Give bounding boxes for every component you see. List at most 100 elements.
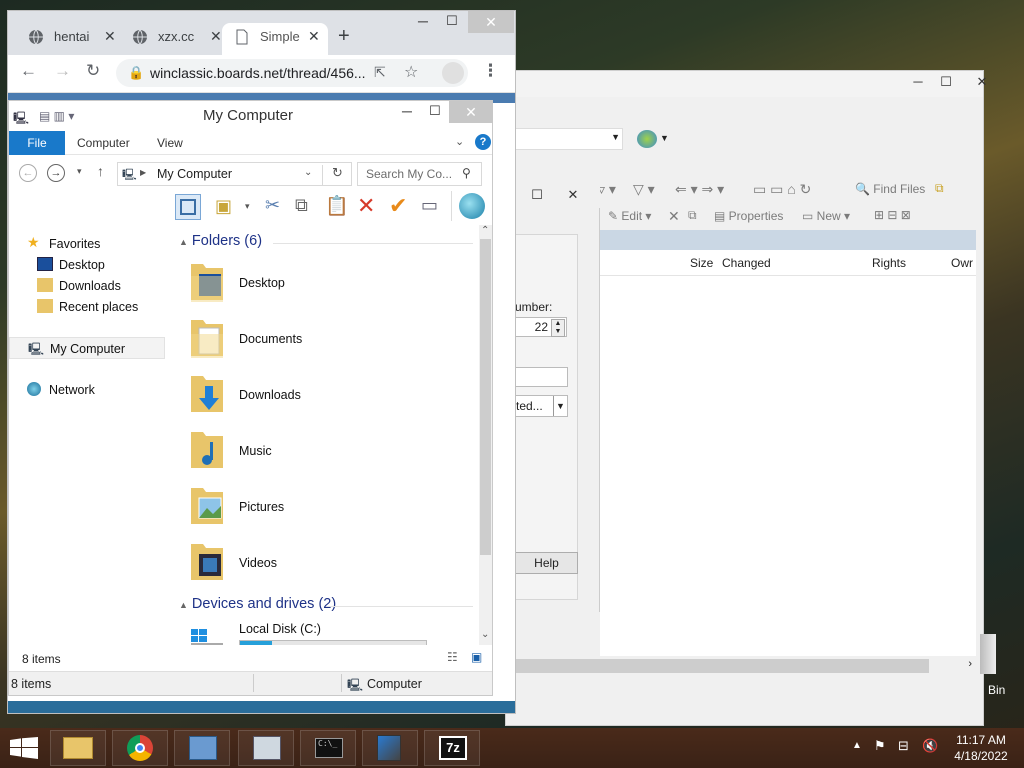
chevron-down-icon[interactable]: ⌄ — [304, 167, 312, 178]
maximize-button[interactable]: ☐ — [429, 103, 441, 119]
tab-view[interactable]: View — [157, 136, 183, 150]
scrollbar-thumb[interactable] — [515, 659, 929, 673]
copy-icon[interactable]: ⧉ — [295, 195, 308, 216]
column-rights[interactable]: Rights — [872, 256, 906, 270]
windows-start-icon[interactable] — [10, 737, 38, 759]
file-tab[interactable]: File — [9, 131, 65, 155]
find-files-button[interactable]: 🔍 Find Files — [855, 182, 925, 196]
forward-arrow-icon[interactable]: → — [47, 164, 65, 182]
taskbar-control-panel[interactable] — [174, 730, 230, 766]
paste-icon[interactable]: 📋 — [325, 194, 349, 218]
chevron-down-icon[interactable]: ▾ — [77, 166, 82, 177]
close-icon[interactable]: ✕ — [210, 28, 222, 45]
nav-my-computer[interactable]: 🖳 My Computer — [9, 337, 165, 359]
chevron-down-icon[interactable]: ⌄ — [455, 135, 464, 148]
preview-pane-icon[interactable] — [175, 194, 201, 220]
large-icons-view-icon[interactable]: ▣ — [471, 650, 482, 664]
tab-xzx[interactable]: xzx.cc ✕ — [120, 23, 224, 55]
option-combo[interactable]: ted... ▼ — [515, 395, 568, 417]
quick-access-icons[interactable]: ▤ ▥ ▾ — [39, 109, 74, 123]
share-icon[interactable]: ⇱ — [374, 64, 386, 81]
devices-group-header[interactable]: ▲ Devices and drives (2) — [179, 596, 473, 612]
properties-button[interactable]: ▤ Properties — [714, 209, 783, 223]
help-button[interactable]: Help — [515, 552, 578, 574]
address-box[interactable]: 🖳 ▶ My Computer ⌄ ↻ — [117, 162, 352, 186]
taskbar-performance-monitor[interactable] — [238, 730, 294, 766]
chevron-right-icon[interactable]: › — [968, 658, 972, 670]
rename-icon[interactable]: ▭ — [421, 195, 438, 216]
help-icon[interactable]: ? — [475, 134, 491, 150]
close-button[interactable]: ✕ — [960, 73, 1004, 91]
nav-desktop[interactable]: Desktop — [9, 254, 165, 276]
menu-kebab-icon[interactable]: ⋮ — [482, 61, 499, 81]
column-changed[interactable]: Changed — [722, 256, 771, 270]
chevron-down-icon[interactable]: ⌄ — [481, 629, 489, 640]
taskbar-winscp[interactable] — [362, 730, 418, 766]
minimize-button[interactable]: ─ — [904, 73, 932, 91]
maximize-button[interactable]: ☐ — [523, 186, 551, 204]
chevron-up-icon[interactable]: ▲ — [852, 740, 862, 751]
star-icon[interactable]: ☆ — [404, 62, 418, 82]
hostname-input-fragment[interactable] — [515, 367, 568, 387]
folder-nav-icons[interactable]: ▭ ▭ ⌂ ↻ — [753, 181, 811, 198]
breadcrumb-separator-icon[interactable]: ▶ — [140, 168, 146, 177]
column-owner[interactable]: Owr — [951, 256, 973, 270]
vertical-scrollbar[interactable]: ⌃ ⌄ — [479, 225, 492, 645]
back-arrow-icon[interactable]: ⇐ ▾ ⇒ ▾ — [675, 181, 724, 198]
back-arrow-icon[interactable]: ← — [19, 164, 37, 182]
chevron-down-icon[interactable]: ▼ — [660, 133, 669, 143]
tab-computer[interactable]: Computer — [77, 136, 130, 150]
recycle-bin-icon[interactable] — [980, 634, 996, 674]
close-button[interactable]: ✕ — [468, 11, 514, 33]
nav-network[interactable]: Network — [9, 379, 165, 401]
tab-hentai[interactable]: hentai ✕ — [16, 23, 120, 55]
profile-avatar[interactable] — [442, 62, 464, 84]
delete-icon[interactable]: ✕ — [357, 193, 375, 219]
check-icon[interactable]: ✔ — [389, 193, 407, 219]
search-input[interactable]: Search My Co... ⚲ — [357, 162, 482, 186]
network-globe-icon[interactable] — [459, 193, 485, 219]
close-button[interactable]: ✕ — [559, 186, 587, 204]
nav-favorites[interactable]: ★ Favorites — [9, 233, 165, 255]
minimize-button[interactable]: ─ — [402, 103, 412, 119]
filter-icon[interactable]: ▿ ▾ — [598, 181, 616, 198]
sync-icon[interactable]: ⧉ — [935, 181, 944, 196]
column-size[interactable]: Size — [690, 256, 713, 270]
taskbar-7zip[interactable]: 7z — [424, 730, 480, 766]
nav-recent-places[interactable]: Recent places — [9, 296, 165, 318]
maximize-button[interactable]: ☐ — [446, 13, 458, 29]
file-list[interactable] — [600, 276, 976, 656]
maximize-button[interactable]: ☐ — [932, 73, 960, 91]
close-icon[interactable]: ✕ — [104, 28, 116, 45]
globe-icon[interactable] — [637, 130, 657, 148]
chevron-up-icon[interactable]: ⌃ — [481, 225, 489, 236]
up-arrow-icon[interactable]: ↑ — [97, 163, 104, 179]
delete-icon[interactable]: ✕ — [668, 208, 680, 225]
new-button[interactable]: ▭ New ▾ — [802, 209, 850, 223]
taskbar-explorer[interactable] — [50, 730, 106, 766]
speaker-muted-icon[interactable]: 🔇 — [922, 738, 938, 754]
reload-icon[interactable]: ↻ — [86, 61, 100, 81]
minimize-button[interactable]: ─ — [418, 13, 428, 29]
nav-downloads[interactable]: Downloads — [9, 275, 165, 297]
collapse-icon[interactable]: ▲ — [179, 600, 188, 610]
address-bar[interactable]: 🔒 winclassic.boards.net/thread/456... ⇱ … — [116, 59, 468, 87]
file-pane[interactable]: ▲ Folders (6) Desktop Documents Downloads… — [173, 225, 479, 645]
close-button[interactable]: ✕ — [449, 101, 493, 123]
expand-icons[interactable]: ⊞ ⊟ ⊠ — [874, 208, 911, 222]
new-tab-icon[interactable]: + — [338, 25, 350, 48]
computer-icon[interactable]: 🖳 — [13, 109, 29, 130]
network-status-icon[interactable]: ⊟ — [898, 738, 909, 754]
session-combo[interactable]: ▼ — [515, 128, 623, 150]
funnel-icon[interactable]: ▽ ▾ — [633, 181, 655, 198]
properties-icon[interactable]: ▣ — [215, 196, 232, 217]
clock[interactable]: 11:17 AM 4/18/2022 — [946, 732, 1016, 764]
cut-icon[interactable]: ✂ — [265, 195, 280, 216]
forward-arrow-icon[interactable]: → — [54, 61, 71, 81]
port-spinner[interactable]: ▲ ▼ — [551, 319, 565, 337]
refresh-icon[interactable]: ↻ — [322, 165, 352, 185]
folders-group-header[interactable]: ▲ Folders (6) — [179, 233, 473, 249]
collapse-icon[interactable]: ▲ — [179, 237, 188, 247]
details-view-icon[interactable]: ☷ — [447, 650, 458, 664]
back-arrow-icon[interactable]: ← — [20, 61, 37, 81]
